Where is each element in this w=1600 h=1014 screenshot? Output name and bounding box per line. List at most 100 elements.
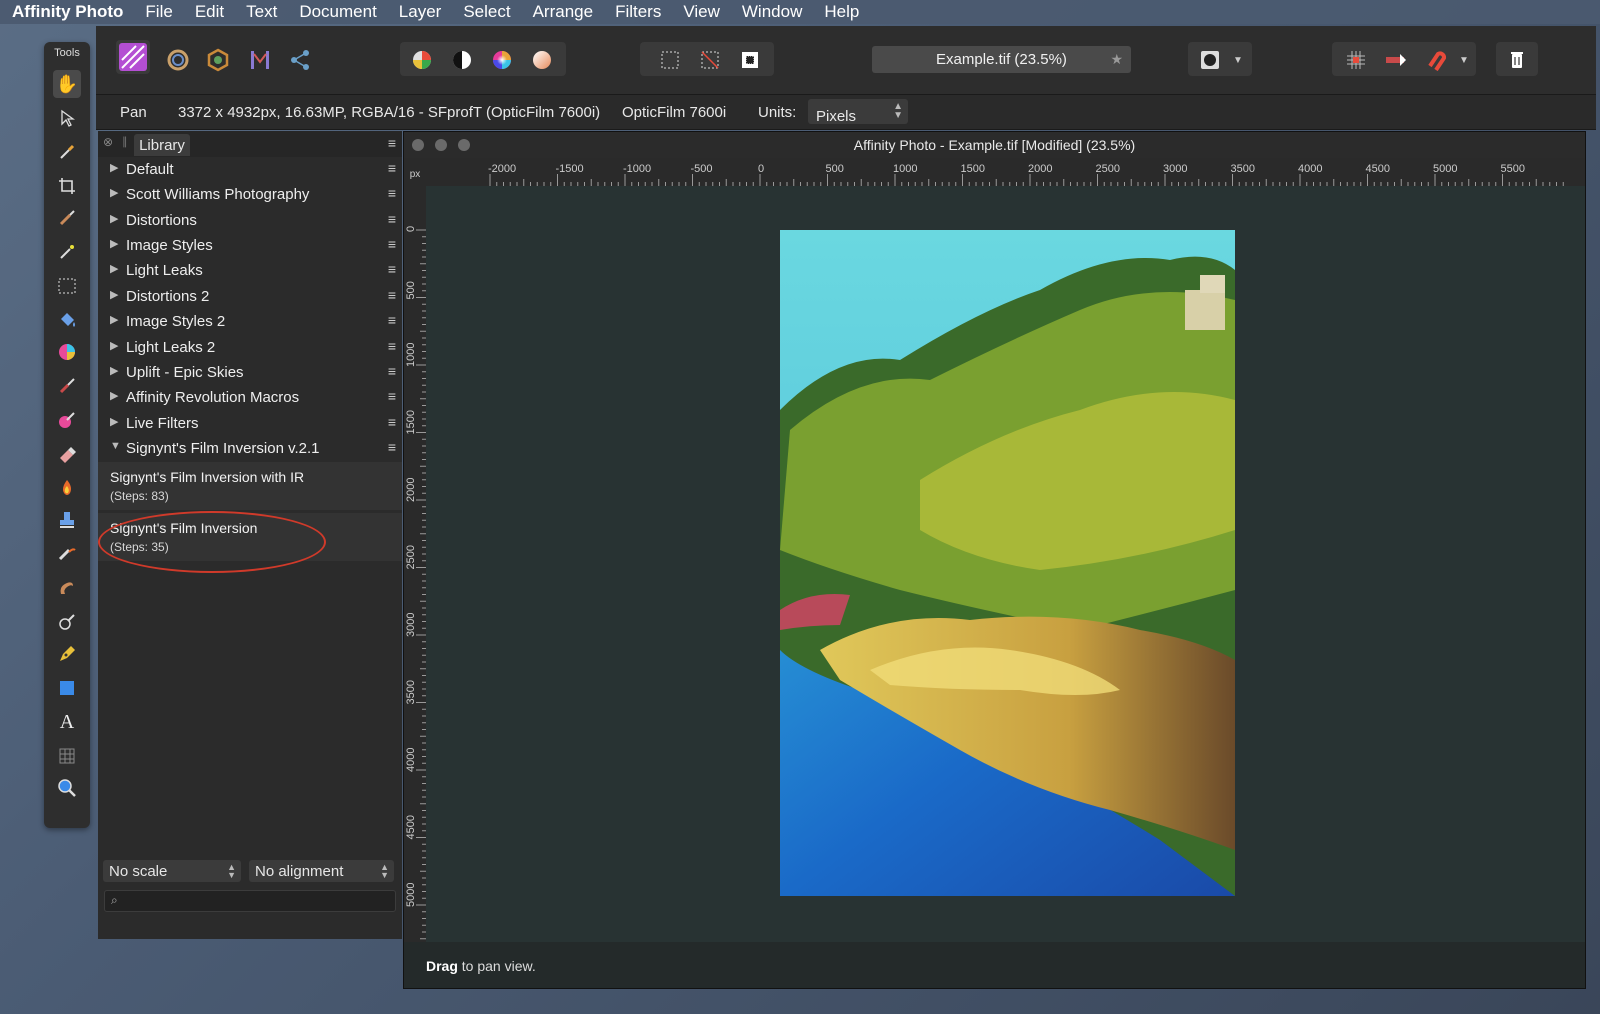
chevron-down-icon[interactable]: ▼ [1456, 46, 1472, 74]
close-panel-icon[interactable]: ⊗ [103, 135, 113, 149]
canvas[interactable] [426, 186, 1585, 958]
library-category[interactable]: ▶ Affinity Revolution Macros ≡ [98, 385, 402, 410]
category-menu-icon[interactable]: ≡ [388, 236, 396, 252]
document-title-field[interactable]: Example.tif (23.5%) ★ [872, 46, 1131, 73]
triangle-right-icon[interactable]: ▶ [110, 161, 118, 174]
category-menu-icon[interactable]: ≡ [388, 185, 396, 201]
triangle-right-icon[interactable]: ▶ [110, 339, 118, 352]
menu-layer[interactable]: Layer [399, 2, 442, 22]
snapping-toggle-icon[interactable] [1382, 46, 1410, 74]
menu-arrange[interactable]: Arrange [533, 2, 593, 22]
auto-colour-icon[interactable] [488, 46, 516, 74]
triangle-right-icon[interactable]: ▶ [110, 237, 118, 250]
library-category[interactable]: ▶ Light Leaks 2 ≡ [98, 335, 402, 360]
chevron-down-icon[interactable]: ▼ [1230, 46, 1246, 74]
auto-white-balance-icon[interactable] [528, 46, 556, 74]
hand-pan-icon[interactable]: ✋ [53, 70, 81, 98]
dodge-burn-icon[interactable] [53, 474, 81, 502]
vertical-ruler[interactable]: 0 500 1000 1500 2000 2500 3000 3500 4000 4500 5000 [404, 186, 426, 986]
triangle-right-icon[interactable]: ▶ [110, 212, 118, 225]
panel-grip-icon[interactable]: ∥ [122, 135, 128, 148]
develop-persona-icon[interactable] [204, 46, 232, 74]
shape-rectangle-icon[interactable] [53, 674, 81, 702]
tab-library[interactable]: Library [134, 134, 190, 156]
library-category[interactable]: ▶ Light Leaks ≡ [98, 258, 402, 283]
library-search-input[interactable]: ⌕ [104, 890, 396, 912]
quick-mask-icon[interactable] [1196, 46, 1224, 74]
triangle-right-icon[interactable]: ▶ [110, 415, 118, 428]
panel-menu-icon[interactable]: ≡ [388, 135, 396, 151]
erase-brush-icon[interactable] [53, 440, 81, 468]
category-menu-icon[interactable]: ≡ [388, 363, 396, 379]
invert-selection-icon[interactable] [736, 46, 764, 74]
flood-fill-icon[interactable] [53, 306, 81, 334]
scale-select[interactable]: No scale ▲ ▼ [103, 860, 241, 882]
triangle-right-icon[interactable]: ▶ [110, 313, 118, 326]
category-menu-icon[interactable]: ≡ [388, 160, 396, 176]
zoom-window-icon[interactable] [458, 139, 470, 151]
marquee-select-icon[interactable] [656, 46, 684, 74]
trash-icon[interactable] [1503, 46, 1531, 74]
library-category-expanded[interactable]: ▼ Signynt's Film Inversion v.2.1 ≡ [98, 436, 402, 461]
units-select[interactable]: Pixels ▲ ▼ [808, 99, 908, 125]
triangle-down-icon[interactable]: ▼ [110, 440, 121, 452]
gradient-icon[interactable] [53, 338, 81, 366]
flood-select-icon[interactable] [53, 238, 81, 266]
color-replacement-icon[interactable] [53, 406, 81, 434]
horizontal-ruler[interactable]: -2000 -1500 -1000 -500 0 500 1000 1500 2000 2500 3… [426, 158, 1585, 186]
menu-select[interactable]: Select [463, 2, 510, 22]
category-menu-icon[interactable]: ≡ [388, 312, 396, 328]
library-category[interactable]: ▶ Image Styles ≡ [98, 233, 402, 258]
macro-item[interactable]: Signynt's Film Inversion with IR (Steps:… [98, 462, 402, 510]
library-category[interactable]: ▶ Image Styles 2 ≡ [98, 309, 402, 334]
tone-mapping-persona-icon[interactable] [246, 46, 274, 74]
deselect-icon[interactable] [696, 46, 724, 74]
category-menu-icon[interactable]: ≡ [388, 338, 396, 354]
category-menu-icon[interactable]: ≡ [388, 439, 396, 455]
healing-brush-icon[interactable] [53, 540, 81, 568]
menu-edit[interactable]: Edit [195, 2, 224, 22]
pen-icon[interactable] [53, 640, 81, 668]
triangle-right-icon[interactable]: ▶ [110, 262, 118, 275]
menu-window[interactable]: Window [742, 2, 802, 22]
category-menu-icon[interactable]: ≡ [388, 287, 396, 303]
app-menu[interactable]: Affinity Photo [12, 2, 123, 22]
library-category[interactable]: ▶ Uplift - Epic Skies ≡ [98, 360, 402, 385]
category-menu-icon[interactable]: ≡ [388, 414, 396, 430]
crop-icon[interactable] [53, 172, 81, 200]
menu-filters[interactable]: Filters [615, 2, 661, 22]
zoom-icon[interactable] [53, 774, 81, 802]
selection-brush-icon[interactable] [53, 204, 81, 232]
triangle-right-icon[interactable]: ▶ [110, 364, 118, 377]
menu-document[interactable]: Document [299, 2, 376, 22]
category-menu-icon[interactable]: ≡ [388, 211, 396, 227]
auto-levels-icon[interactable] [408, 46, 436, 74]
auto-contrast-icon[interactable] [448, 46, 476, 74]
liquify-persona-icon[interactable] [164, 46, 192, 74]
triangle-right-icon[interactable]: ▶ [110, 186, 118, 199]
paint-brush-icon[interactable] [53, 372, 81, 400]
category-menu-icon[interactable]: ≡ [388, 261, 396, 277]
mesh-warp-icon[interactable] [53, 742, 81, 770]
snapping-magnet-icon[interactable] [1422, 46, 1450, 74]
alignment-select[interactable]: No alignment ▲ ▼ [249, 860, 394, 882]
rectangular-marquee-icon[interactable] [53, 272, 81, 300]
document-window-titlebar[interactable]: Affinity Photo - Example.tif [Modified] … [404, 132, 1585, 158]
library-category[interactable]: ▶ Scott Williams Photography ≡ [98, 182, 402, 207]
close-window-icon[interactable] [412, 139, 424, 151]
smudge-icon[interactable] [53, 574, 81, 602]
library-category[interactable]: ▶ Distortions ≡ [98, 208, 402, 233]
move-pointer-icon[interactable] [53, 104, 81, 132]
menu-text[interactable]: Text [246, 2, 277, 22]
library-category[interactable]: ▶ Distortions 2 ≡ [98, 284, 402, 309]
clone-stamp-icon[interactable] [53, 506, 81, 534]
text-icon[interactable]: A [53, 708, 81, 736]
category-menu-icon[interactable]: ≡ [388, 388, 396, 404]
blur-brush-icon[interactable] [53, 608, 81, 636]
triangle-right-icon[interactable]: ▶ [110, 288, 118, 301]
affinity-photo-persona-icon[interactable] [116, 40, 150, 74]
export-persona-icon[interactable] [286, 46, 314, 74]
menu-help[interactable]: Help [824, 2, 859, 22]
library-category[interactable]: ▶ Live Filters ≡ [98, 411, 402, 436]
minimize-window-icon[interactable] [435, 139, 447, 151]
